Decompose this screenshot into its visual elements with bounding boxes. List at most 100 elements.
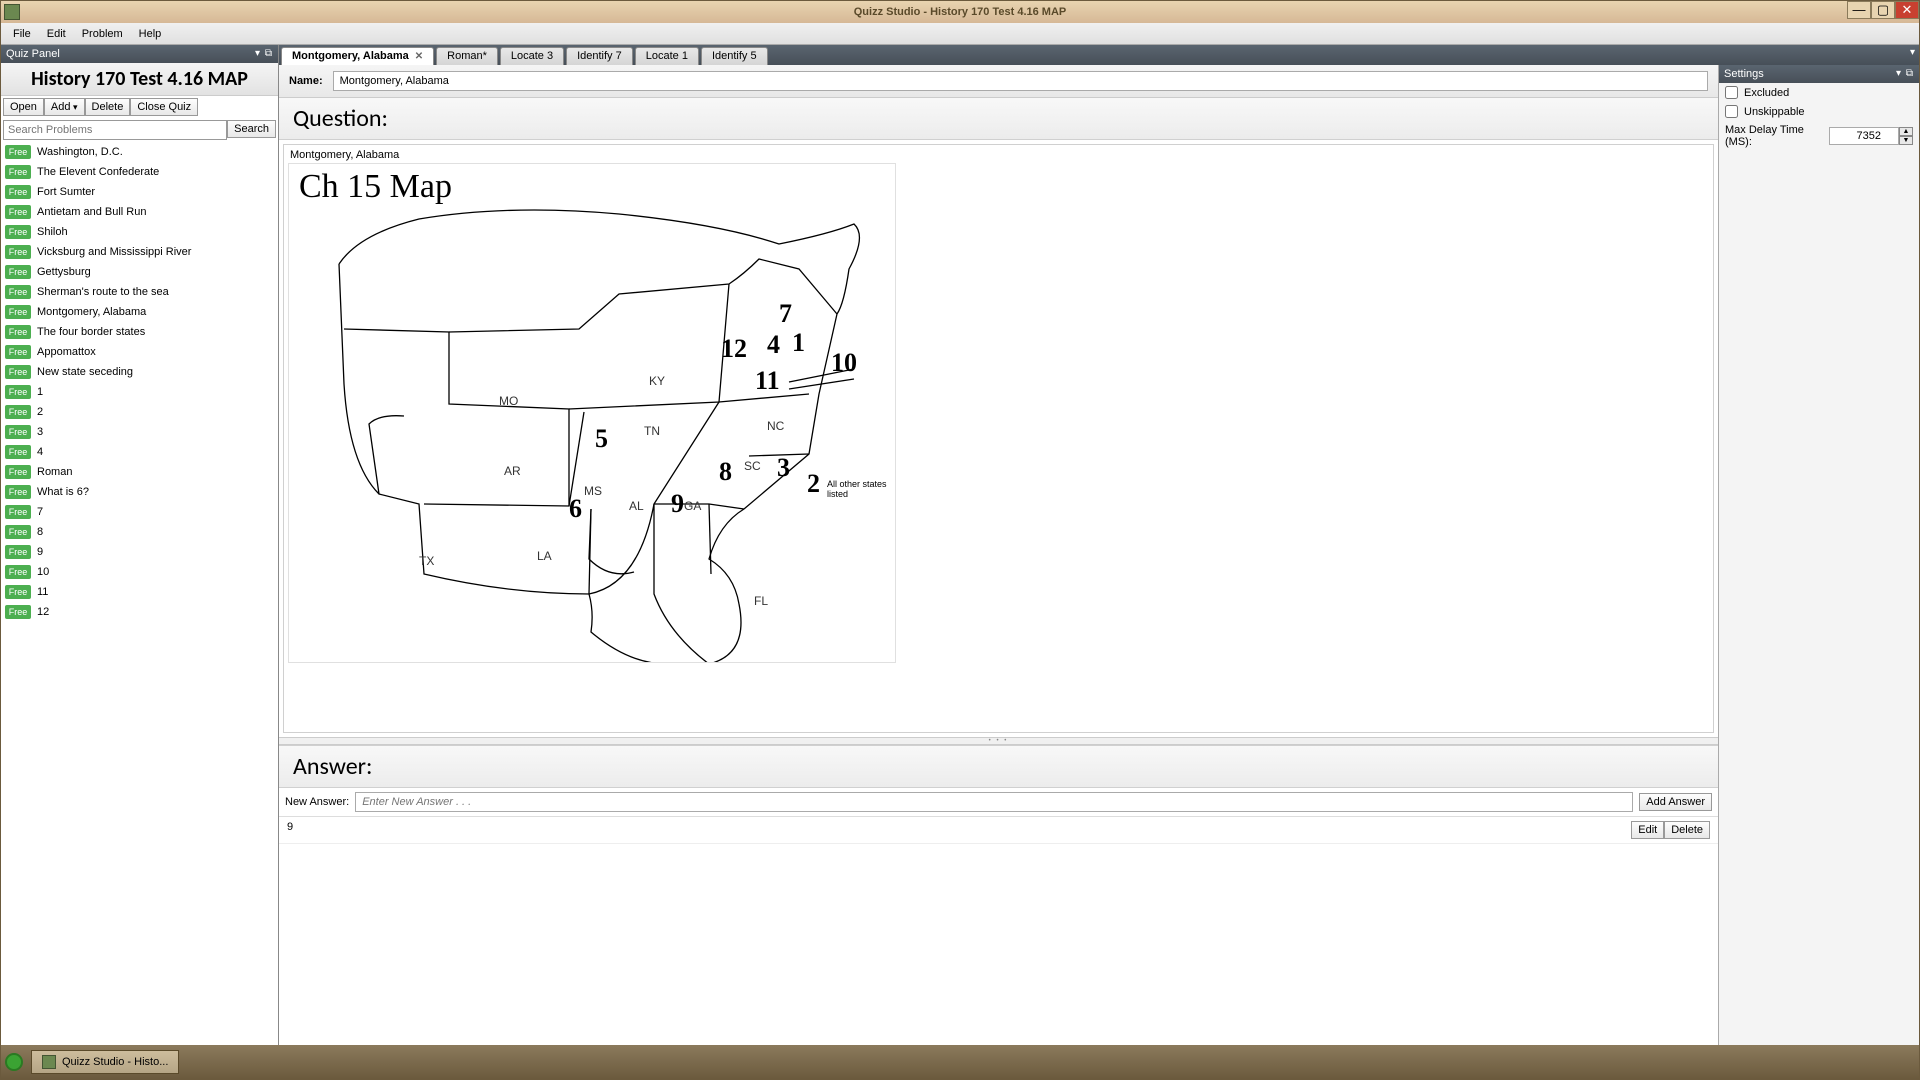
- problem-item[interactable]: Free2: [1, 402, 278, 422]
- name-label: Name:: [289, 75, 323, 87]
- state-label: KY: [649, 374, 665, 388]
- panel-controls-icon[interactable]: ▾ ⧉: [1896, 65, 1914, 83]
- edit-answer-button[interactable]: Edit: [1631, 821, 1664, 839]
- map-image: Ch 15 Map: [288, 163, 896, 663]
- delay-label: Max Delay Time (MS):: [1725, 124, 1823, 148]
- add-button[interactable]: Add: [44, 98, 85, 116]
- problem-item[interactable]: Free 7: [1, 502, 278, 522]
- problem-label: 1: [37, 386, 43, 398]
- free-tag: Free: [5, 525, 31, 539]
- tabs-overflow-icon[interactable]: ▾: [1910, 47, 1915, 58]
- search-input[interactable]: [3, 120, 227, 140]
- close-quiz-button[interactable]: Close Quiz: [130, 98, 198, 116]
- delete-button[interactable]: Delete: [85, 98, 131, 116]
- tab[interactable]: Identify 5: [701, 47, 768, 65]
- problem-label: Sherman's route to the sea: [37, 286, 169, 298]
- spin-down-icon[interactable]: ▼: [1899, 136, 1913, 145]
- name-field[interactable]: [333, 71, 1708, 91]
- problem-label: Appomattox: [37, 346, 96, 358]
- problem-item[interactable]: FreeSherman's route to the sea: [1, 282, 278, 302]
- map-number: 8: [719, 457, 732, 487]
- quiz-title: History 170 Test 4.16 MAP: [1, 63, 278, 96]
- problem-item[interactable]: FreeThe Elevent Confederate: [1, 162, 278, 182]
- problem-item[interactable]: Free3: [1, 422, 278, 442]
- problem-item[interactable]: Free 9: [1, 542, 278, 562]
- problem-item[interactable]: FreeWhat is 6?: [1, 482, 278, 502]
- maximize-button[interactable]: ▢: [1871, 1, 1895, 19]
- free-tag: Free: [5, 505, 31, 519]
- problem-item[interactable]: FreeFort Sumter: [1, 182, 278, 202]
- problem-item[interactable]: Free8: [1, 522, 278, 542]
- free-tag: Free: [5, 345, 31, 359]
- excluded-checkbox[interactable]: [1725, 86, 1738, 99]
- tab-label: Roman*: [447, 50, 487, 62]
- problem-item[interactable]: Free1: [1, 382, 278, 402]
- menu-help[interactable]: Help: [131, 28, 170, 40]
- free-tag: Free: [5, 545, 31, 559]
- map-number: 4: [767, 330, 780, 360]
- tab[interactable]: Roman*: [436, 47, 498, 65]
- problem-item[interactable]: Free11: [1, 582, 278, 602]
- menu-edit[interactable]: Edit: [39, 28, 74, 40]
- problem-item[interactable]: Free10: [1, 562, 278, 582]
- state-label: MO: [499, 394, 518, 408]
- problem-item[interactable]: Free4: [1, 442, 278, 462]
- problem-label: 9: [37, 546, 43, 558]
- spin-up-icon[interactable]: ▲: [1899, 127, 1913, 136]
- free-tag: Free: [5, 205, 31, 219]
- menu-file[interactable]: File: [5, 28, 39, 40]
- close-button[interactable]: ✕: [1895, 1, 1919, 19]
- problem-label: Montgomery, Alabama: [37, 306, 146, 318]
- unskippable-checkbox[interactable]: [1725, 105, 1738, 118]
- delay-input[interactable]: [1829, 127, 1899, 145]
- tab[interactable]: Locate 3: [500, 47, 564, 65]
- problem-item[interactable]: FreeMontgomery, Alabama: [1, 302, 278, 322]
- problem-list: FreeWashington, D.C.FreeThe Elevent Conf…: [1, 142, 278, 1045]
- map-number: 5: [595, 424, 608, 454]
- state-label: SC: [744, 459, 761, 473]
- problem-item[interactable]: FreeRoman: [1, 462, 278, 482]
- splitter-handle[interactable]: • • •: [279, 737, 1718, 745]
- answer-section-header: Answer:: [279, 745, 1718, 788]
- tab[interactable]: Locate 1: [635, 47, 699, 65]
- titlebar: Quizz Studio - History 170 Test 4.16 MAP…: [1, 1, 1919, 23]
- problem-item[interactable]: FreeNew state seceding: [1, 362, 278, 382]
- delete-answer-button[interactable]: Delete: [1664, 821, 1710, 839]
- unskippable-label: Unskippable: [1744, 106, 1805, 118]
- problem-item[interactable]: FreeWashington, D.C.: [1, 142, 278, 162]
- add-answer-button[interactable]: Add Answer: [1639, 793, 1712, 811]
- problem-item[interactable]: FreeVicksburg and Mississippi River: [1, 242, 278, 262]
- problem-item[interactable]: FreeAntietam and Bull Run: [1, 202, 278, 222]
- problem-item[interactable]: Free Appomattox: [1, 342, 278, 362]
- panel-controls-icon[interactable]: ▾ ⧉: [255, 45, 273, 63]
- problem-item[interactable]: FreeShiloh: [1, 222, 278, 242]
- tab[interactable]: Montgomery, Alabama✕: [281, 47, 434, 65]
- problem-item[interactable]: FreeThe four border states: [1, 322, 278, 342]
- settings-header: Settings: [1724, 65, 1764, 83]
- tab[interactable]: Identify 7: [566, 47, 633, 65]
- search-button[interactable]: Search: [227, 120, 276, 138]
- free-tag: Free: [5, 605, 31, 619]
- problem-label: 3: [37, 426, 43, 438]
- problem-label: Shiloh: [37, 226, 68, 238]
- menu-problem[interactable]: Problem: [74, 28, 131, 40]
- problem-label: Roman: [37, 466, 72, 478]
- map-number: 6: [569, 494, 582, 524]
- problem-item[interactable]: FreeGettysburg: [1, 262, 278, 282]
- question-text: Montgomery, Alabama: [288, 149, 1709, 163]
- close-icon[interactable]: ✕: [415, 51, 423, 62]
- problem-item[interactable]: Free12: [1, 602, 278, 622]
- state-label: FL: [754, 594, 768, 608]
- free-tag: Free: [5, 185, 31, 199]
- taskbar-item[interactable]: Quizz Studio - Histo...: [31, 1050, 179, 1074]
- settings-panel: Settings ▾ ⧉ Excluded Unskippable Max De…: [1719, 65, 1919, 1045]
- start-button[interactable]: [5, 1053, 23, 1071]
- question-area[interactable]: Montgomery, Alabama Ch 15 Map: [283, 144, 1714, 733]
- free-tag: Free: [5, 585, 31, 599]
- new-answer-input[interactable]: [355, 792, 1633, 812]
- map-number: 1: [792, 328, 805, 358]
- problem-label: 7: [37, 506, 43, 518]
- free-tag: Free: [5, 365, 31, 379]
- open-button[interactable]: Open: [3, 98, 44, 116]
- minimize-button[interactable]: —: [1847, 1, 1871, 19]
